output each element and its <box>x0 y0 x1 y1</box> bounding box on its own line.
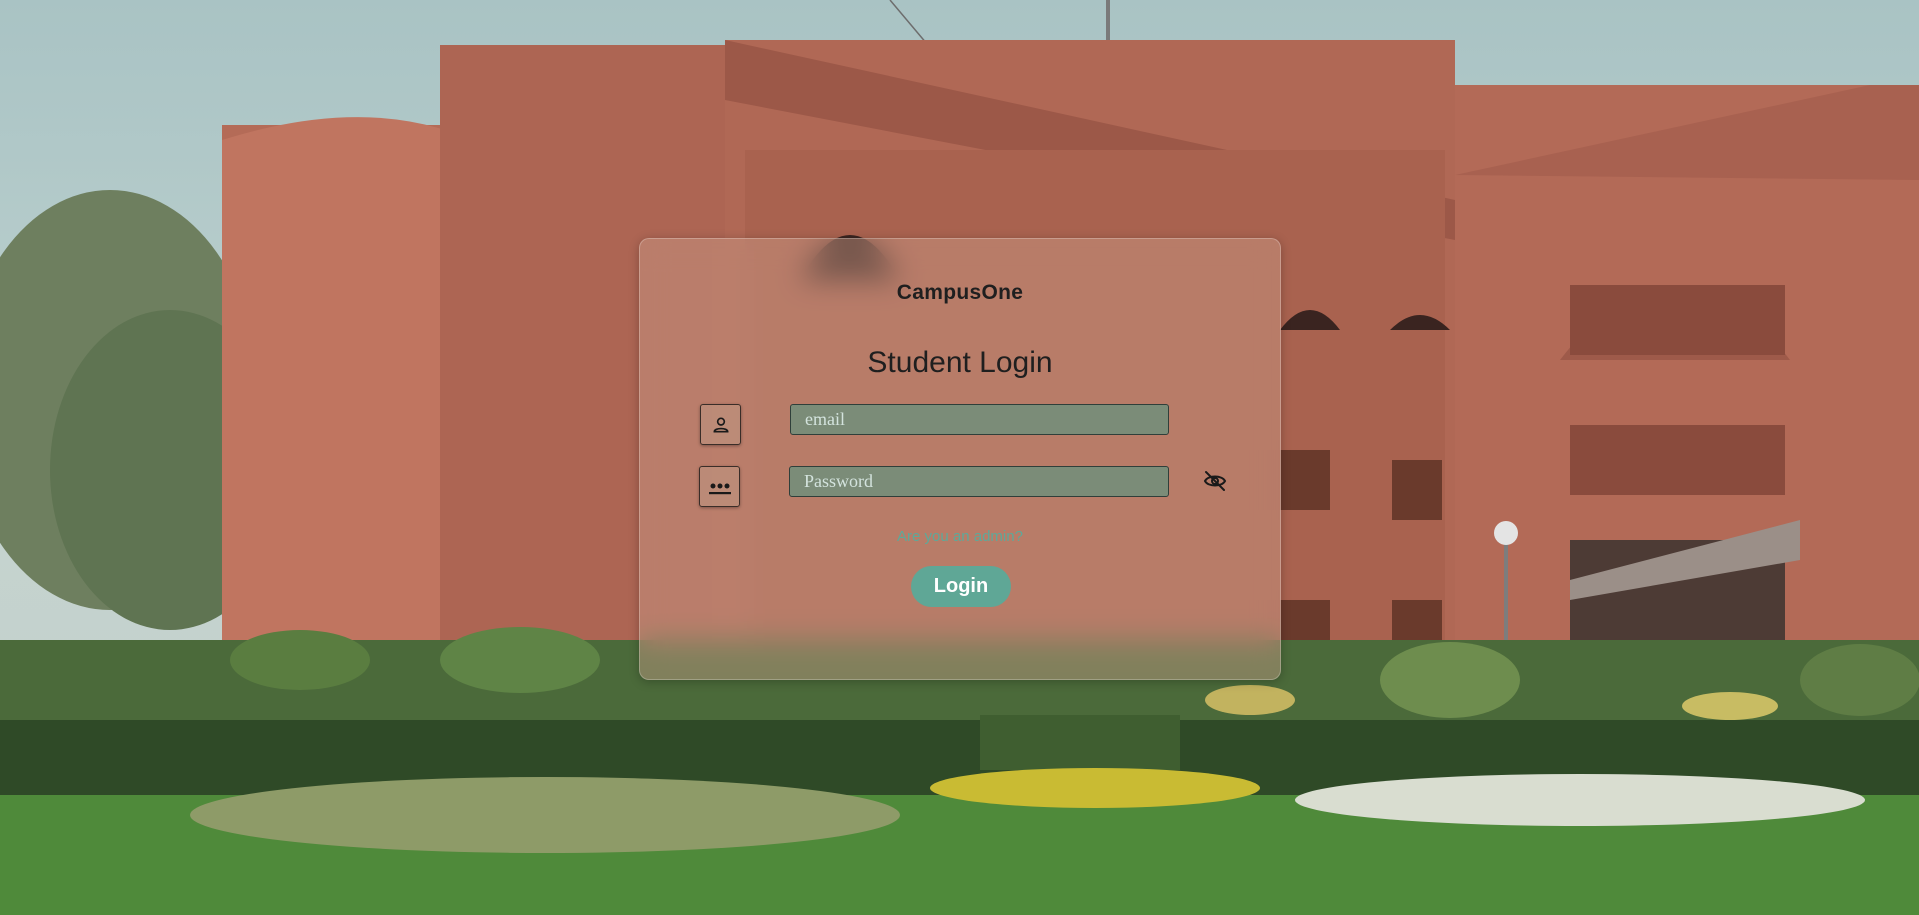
login-card: CampusOne Student Login Are you an admin… <box>639 238 1281 680</box>
email-field[interactable] <box>790 404 1169 435</box>
password-dots-icon <box>699 466 740 507</box>
password-field[interactable] <box>789 466 1169 497</box>
person-icon <box>700 404 741 445</box>
brand-name: CampusOne <box>896 281 1024 304</box>
eye-slash-icon[interactable] <box>1201 467 1229 495</box>
admin-link[interactable]: Are you an admin? <box>640 528 1280 545</box>
login-title: Student Login <box>867 346 1053 379</box>
login-button[interactable]: Login <box>911 566 1011 607</box>
